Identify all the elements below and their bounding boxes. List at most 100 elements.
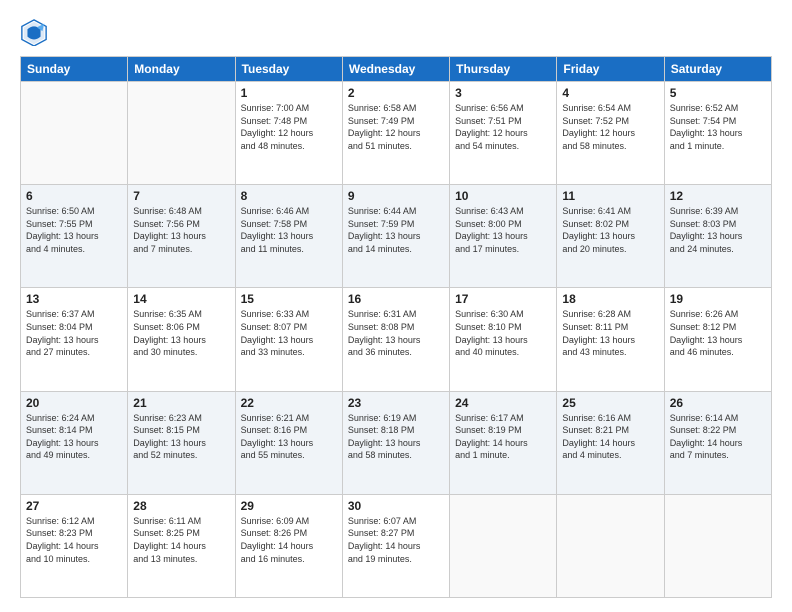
day-info: Sunrise: 6:41 AM Sunset: 8:02 PM Dayligh… <box>562 205 658 255</box>
col-header-wednesday: Wednesday <box>342 57 449 82</box>
day-number: 20 <box>26 396 122 410</box>
day-info: Sunrise: 6:58 AM Sunset: 7:49 PM Dayligh… <box>348 102 444 152</box>
day-number: 11 <box>562 189 658 203</box>
calendar-cell: 23 Sunrise: 6:19 AM Sunset: 8:18 PM Dayli… <box>342 391 449 494</box>
day-number: 27 <box>26 499 122 513</box>
day-number: 22 <box>241 396 337 410</box>
calendar-cell: 5 Sunrise: 6:52 AM Sunset: 7:54 PM Daylig… <box>664 82 771 185</box>
day-info: Sunrise: 6:33 AM Sunset: 8:07 PM Dayligh… <box>241 308 337 358</box>
day-number: 28 <box>133 499 229 513</box>
day-number: 17 <box>455 292 551 306</box>
calendar-cell: 12 Sunrise: 6:39 AM Sunset: 8:03 PM Dayli… <box>664 185 771 288</box>
day-number: 7 <box>133 189 229 203</box>
day-number: 13 <box>26 292 122 306</box>
day-info: Sunrise: 6:39 AM Sunset: 8:03 PM Dayligh… <box>670 205 766 255</box>
calendar-cell: 26Sunrise: 6:14 AM Sunset: 8:22 PM Dayli… <box>664 391 771 494</box>
calendar-week-4: 27 Sunrise: 6:12 AM Sunset: 8:23 PM Dayli… <box>21 494 772 597</box>
day-info: Sunrise: 6:43 AM Sunset: 8:00 PM Dayligh… <box>455 205 551 255</box>
day-info: Sunrise: 6:17 AM Sunset: 8:19 PM Dayligh… <box>455 412 551 462</box>
day-info: Sunrise: 6:24 AM Sunset: 8:14 PM Dayligh… <box>26 412 122 462</box>
calendar-cell: 20 Sunrise: 6:24 AM Sunset: 8:14 PM Dayli… <box>21 391 128 494</box>
calendar-cell: 9 Sunrise: 6:44 AM Sunset: 7:59 PM Daylig… <box>342 185 449 288</box>
col-header-saturday: Saturday <box>664 57 771 82</box>
calendar-cell <box>557 494 664 597</box>
calendar-cell: 21 Sunrise: 6:23 AM Sunset: 8:15 PM Dayli… <box>128 391 235 494</box>
day-info: Sunrise: 6:35 AM Sunset: 8:06 PM Dayligh… <box>133 308 229 358</box>
day-number: 25 <box>562 396 658 410</box>
calendar-cell: 6 Sunrise: 6:50 AM Sunset: 7:55 PM Daylig… <box>21 185 128 288</box>
day-number: 19 <box>670 292 766 306</box>
calendar-cell: 19 Sunrise: 6:26 AM Sunset: 8:12 PM Dayli… <box>664 288 771 391</box>
day-number: 8 <box>241 189 337 203</box>
day-info: Sunrise: 6:19 AM Sunset: 8:18 PM Dayligh… <box>348 412 444 462</box>
col-header-sunday: Sunday <box>21 57 128 82</box>
col-header-thursday: Thursday <box>450 57 557 82</box>
day-number: 18 <box>562 292 658 306</box>
calendar-cell: 1 Sunrise: 7:00 AM Sunset: 7:48 PM Daylig… <box>235 82 342 185</box>
calendar-cell: 27 Sunrise: 6:12 AM Sunset: 8:23 PM Dayli… <box>21 494 128 597</box>
day-info: Sunrise: 6:44 AM Sunset: 7:59 PM Dayligh… <box>348 205 444 255</box>
calendar-cell <box>664 494 771 597</box>
calendar-header-row: SundayMondayTuesdayWednesdayThursdayFrid… <box>21 57 772 82</box>
day-number: 24 <box>455 396 551 410</box>
day-info: Sunrise: 6:31 AM Sunset: 8:08 PM Dayligh… <box>348 308 444 358</box>
day-info: Sunrise: 6:48 AM Sunset: 7:56 PM Dayligh… <box>133 205 229 255</box>
day-number: 5 <box>670 86 766 100</box>
logo <box>20 18 52 46</box>
calendar-cell: 29 Sunrise: 6:09 AM Sunset: 8:26 PM Dayli… <box>235 494 342 597</box>
calendar-cell <box>128 82 235 185</box>
calendar-cell: 4 Sunrise: 6:54 AM Sunset: 7:52 PM Daylig… <box>557 82 664 185</box>
calendar-cell: 10 Sunrise: 6:43 AM Sunset: 8:00 PM Dayli… <box>450 185 557 288</box>
calendar-cell: 25 Sunrise: 6:16 AM Sunset: 8:21 PM Dayli… <box>557 391 664 494</box>
calendar-cell: 17 Sunrise: 6:30 AM Sunset: 8:10 PM Dayli… <box>450 288 557 391</box>
day-info: Sunrise: 6:12 AM Sunset: 8:23 PM Dayligh… <box>26 515 122 565</box>
calendar-cell: 3Sunrise: 6:56 AM Sunset: 7:51 PM Daylig… <box>450 82 557 185</box>
logo-icon <box>20 18 48 46</box>
day-info: Sunrise: 6:26 AM Sunset: 8:12 PM Dayligh… <box>670 308 766 358</box>
calendar-cell: 22 Sunrise: 6:21 AM Sunset: 8:16 PM Dayli… <box>235 391 342 494</box>
day-number: 21 <box>133 396 229 410</box>
day-info: Sunrise: 6:46 AM Sunset: 7:58 PM Dayligh… <box>241 205 337 255</box>
day-number: 29 <box>241 499 337 513</box>
day-number: 6 <box>26 189 122 203</box>
calendar-cell: 28Sunrise: 6:11 AM Sunset: 8:25 PM Dayli… <box>128 494 235 597</box>
day-number: 16 <box>348 292 444 306</box>
day-info: Sunrise: 7:00 AM Sunset: 7:48 PM Dayligh… <box>241 102 337 152</box>
calendar-cell: 8 Sunrise: 6:46 AM Sunset: 7:58 PM Daylig… <box>235 185 342 288</box>
calendar-cell: 16 Sunrise: 6:31 AM Sunset: 8:08 PM Dayli… <box>342 288 449 391</box>
calendar-cell: 2 Sunrise: 6:58 AM Sunset: 7:49 PM Daylig… <box>342 82 449 185</box>
calendar: SundayMondayTuesdayWednesdayThursdayFrid… <box>20 56 772 598</box>
day-info: Sunrise: 6:28 AM Sunset: 8:11 PM Dayligh… <box>562 308 658 358</box>
calendar-cell: 24 Sunrise: 6:17 AM Sunset: 8:19 PM Dayli… <box>450 391 557 494</box>
day-info: Sunrise: 6:37 AM Sunset: 8:04 PM Dayligh… <box>26 308 122 358</box>
day-info: Sunrise: 6:23 AM Sunset: 8:15 PM Dayligh… <box>133 412 229 462</box>
day-number: 26 <box>670 396 766 410</box>
day-info: Sunrise: 6:52 AM Sunset: 7:54 PM Dayligh… <box>670 102 766 152</box>
col-header-tuesday: Tuesday <box>235 57 342 82</box>
calendar-week-0: 1 Sunrise: 7:00 AM Sunset: 7:48 PM Daylig… <box>21 82 772 185</box>
day-info: Sunrise: 6:21 AM Sunset: 8:16 PM Dayligh… <box>241 412 337 462</box>
calendar-week-1: 6 Sunrise: 6:50 AM Sunset: 7:55 PM Daylig… <box>21 185 772 288</box>
calendar-cell: 30 Sunrise: 6:07 AM Sunset: 8:27 PM Dayli… <box>342 494 449 597</box>
day-info: Sunrise: 6:09 AM Sunset: 8:26 PM Dayligh… <box>241 515 337 565</box>
day-number: 14 <box>133 292 229 306</box>
day-number: 9 <box>348 189 444 203</box>
day-info: Sunrise: 6:50 AM Sunset: 7:55 PM Dayligh… <box>26 205 122 255</box>
day-info: Sunrise: 6:16 AM Sunset: 8:21 PM Dayligh… <box>562 412 658 462</box>
calendar-week-2: 13 Sunrise: 6:37 AM Sunset: 8:04 PM Dayli… <box>21 288 772 391</box>
day-number: 10 <box>455 189 551 203</box>
calendar-week-3: 20 Sunrise: 6:24 AM Sunset: 8:14 PM Dayli… <box>21 391 772 494</box>
day-number: 4 <box>562 86 658 100</box>
day-info: Sunrise: 6:54 AM Sunset: 7:52 PM Dayligh… <box>562 102 658 152</box>
day-info: Sunrise: 6:30 AM Sunset: 8:10 PM Dayligh… <box>455 308 551 358</box>
day-number: 30 <box>348 499 444 513</box>
day-info: Sunrise: 6:07 AM Sunset: 8:27 PM Dayligh… <box>348 515 444 565</box>
calendar-cell: 7 Sunrise: 6:48 AM Sunset: 7:56 PM Daylig… <box>128 185 235 288</box>
header <box>20 18 772 46</box>
col-header-monday: Monday <box>128 57 235 82</box>
day-info: Sunrise: 6:56 AM Sunset: 7:51 PM Dayligh… <box>455 102 551 152</box>
day-number: 1 <box>241 86 337 100</box>
day-number: 23 <box>348 396 444 410</box>
day-number: 12 <box>670 189 766 203</box>
day-number: 2 <box>348 86 444 100</box>
